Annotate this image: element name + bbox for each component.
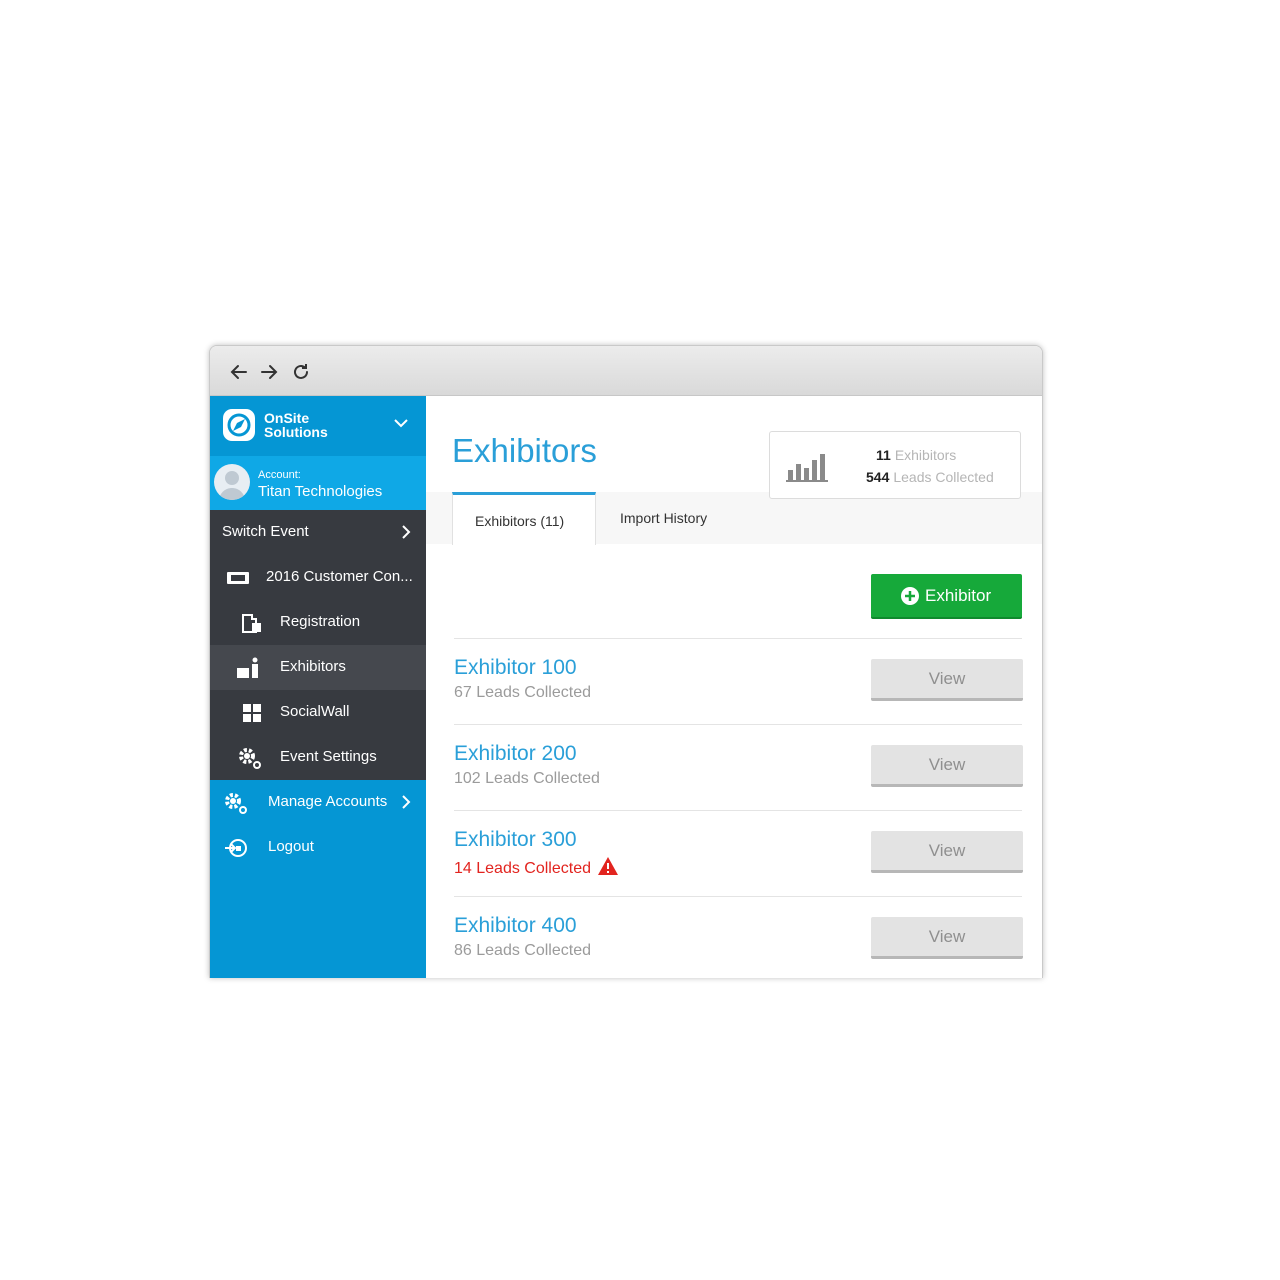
- event-menu: Switch Event 2016 Customer Con... Regist…: [210, 510, 426, 780]
- sidebar-item-label: Registration: [280, 613, 361, 630]
- stats-summary: 11 Exhibitors 544 Leads Collected: [769, 431, 1021, 499]
- event-item[interactable]: 2016 Customer Con...: [210, 555, 426, 600]
- view-button[interactable]: View: [871, 659, 1023, 701]
- ticket-icon: [227, 572, 249, 584]
- brand-header[interactable]: OnSite Solutions: [210, 396, 426, 456]
- event-name: 2016 Customer Con...: [266, 568, 413, 585]
- sidebar-item-exhibitors[interactable]: Exhibitors: [210, 645, 426, 690]
- user-silhouette-icon: [219, 471, 245, 500]
- exhibitor-icon: [237, 657, 258, 678]
- add-exhibitor-button[interactable]: Exhibitor: [871, 574, 1022, 619]
- view-button[interactable]: View: [871, 831, 1023, 873]
- exhibitor-name[interactable]: Exhibitor 100: [454, 656, 577, 680]
- sidebar-item-registration[interactable]: Registration: [210, 600, 426, 645]
- sidebar: OnSite Solutions Account: Titan Technolo…: [210, 396, 426, 978]
- account-panel[interactable]: Account: Titan Technologies: [210, 456, 426, 510]
- tab-exhibitors[interactable]: Exhibitors (11): [452, 492, 596, 545]
- main-content: Exhibitors 11 Exhibitors 544 Leads Collect…: [426, 396, 1042, 978]
- sidebar-item-label: Exhibitors: [280, 658, 346, 675]
- exhibitors-stat: 11 Exhibitors: [876, 447, 957, 463]
- page-title: Exhibitors: [452, 432, 597, 469]
- avatar: [214, 464, 250, 500]
- logout-label: Logout: [268, 838, 314, 855]
- bar-chart-icon: [786, 454, 828, 482]
- plus-circle-icon: [901, 587, 919, 605]
- account-name: Titan Technologies: [258, 483, 383, 500]
- forward-arrow-icon[interactable]: [258, 361, 280, 383]
- grid-icon: [243, 704, 261, 722]
- sidebar-item-label: Event Settings: [280, 748, 377, 765]
- list-item: Exhibitor 300 14 Leads Collected View: [454, 810, 1023, 896]
- tab-import-history[interactable]: Import History: [620, 492, 760, 544]
- exhibitor-name[interactable]: Exhibitor 400: [454, 914, 577, 938]
- warning-icon: [597, 857, 618, 875]
- chevron-right-icon: [402, 525, 411, 539]
- exhibitor-leads-warning: 14 Leads Collected: [454, 856, 619, 878]
- tab-bar: Exhibitors (11) Import History: [452, 492, 1012, 545]
- list-item: Exhibitor 100 67 Leads Collected View: [454, 638, 1023, 724]
- switch-event-label: Switch Event: [222, 523, 309, 540]
- manage-accounts-item[interactable]: Manage Accounts: [210, 780, 426, 825]
- list-item: Exhibitor 400 86 Leads Collected View: [454, 896, 1023, 978]
- gear-icon: [239, 748, 261, 769]
- exhibitor-leads: 86 Leads Collected: [454, 942, 591, 959]
- logout-item[interactable]: Logout: [210, 825, 426, 870]
- browser-toolbar: [210, 346, 1042, 396]
- exhibitor-name[interactable]: Exhibitor 200: [454, 742, 577, 766]
- view-button[interactable]: View: [871, 917, 1023, 959]
- brand-name: OnSite Solutions: [264, 410, 328, 440]
- view-button[interactable]: View: [871, 745, 1023, 787]
- sidebar-item-socialwall[interactable]: SocialWall: [210, 690, 426, 735]
- logout-icon: [225, 839, 247, 857]
- exhibitor-name[interactable]: Exhibitor 300: [454, 828, 577, 852]
- onsite-logo-icon: [223, 409, 255, 441]
- leads-stat: 544 Leads Collected: [866, 469, 994, 485]
- manage-accounts-label: Manage Accounts: [268, 793, 388, 810]
- chevron-right-icon: [402, 795, 411, 809]
- chevron-down-icon[interactable]: [392, 414, 410, 432]
- exhibitor-leads: 67 Leads Collected: [454, 684, 591, 701]
- registration-icon: [242, 614, 261, 633]
- switch-event-item[interactable]: Switch Event: [210, 510, 426, 555]
- exhibitor-leads: 102 Leads Collected: [454, 770, 600, 787]
- back-arrow-icon[interactable]: [228, 361, 250, 383]
- sidebar-item-event-settings[interactable]: Event Settings: [210, 735, 426, 780]
- page-header: Exhibitors 11 Exhibitors 544 Leads Collect…: [426, 396, 1042, 545]
- account-label: Account:: [258, 469, 301, 481]
- refresh-icon[interactable]: [290, 361, 312, 383]
- gear-icon: [225, 793, 247, 814]
- sidebar-item-label: SocialWall: [280, 703, 350, 720]
- browser-window: OnSite Solutions Account: Titan Technolo…: [209, 345, 1043, 978]
- list-item: Exhibitor 200 102 Leads Collected View: [454, 724, 1023, 810]
